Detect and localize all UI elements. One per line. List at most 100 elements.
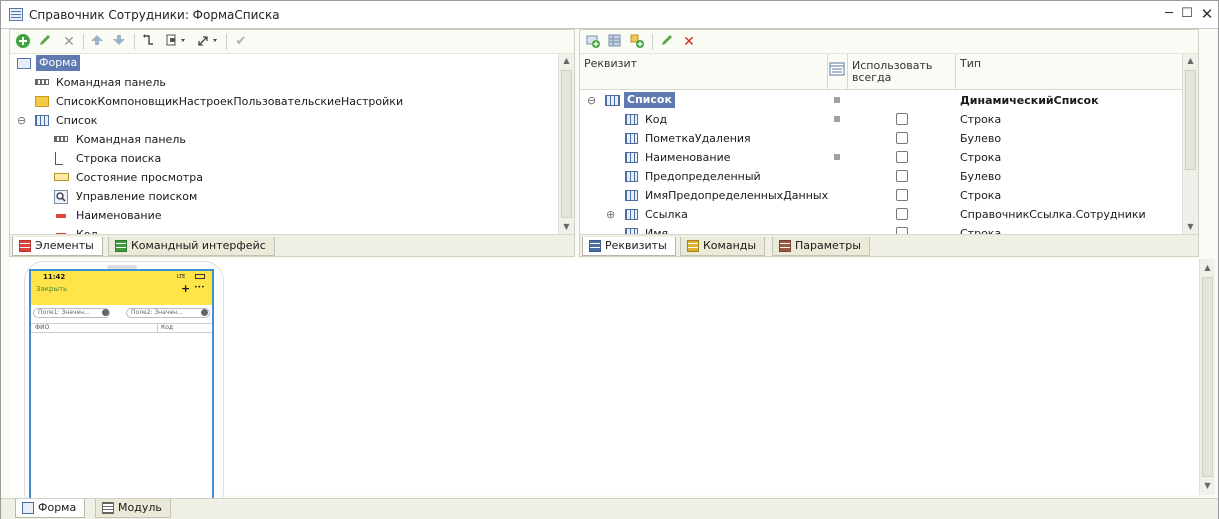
- maximize-icon[interactable]: ☐: [1179, 6, 1195, 22]
- search-control-icon: [54, 190, 68, 204]
- expand-icon[interactable]: ⊕: [606, 205, 615, 224]
- elements-toolbar: ✕ ✔: [10, 30, 574, 54]
- tree-item-list[interactable]: ⊖ Список: [10, 111, 558, 130]
- add-column-icon[interactable]: [628, 33, 646, 51]
- tab-commands[interactable]: Команды: [680, 237, 766, 256]
- table-row[interactable]: ⊕ Ссылка СправочникСсылка.Сотрудники: [580, 205, 1182, 224]
- scroll-up-icon[interactable]: ▲: [1183, 54, 1198, 68]
- tree-item-label: Командная панель: [56, 76, 166, 89]
- column-icon: [625, 114, 638, 125]
- tree-item-label: СписокКомпоновщикНастроекПользовательски…: [56, 95, 404, 108]
- scroll-up-icon[interactable]: ▲: [559, 54, 574, 68]
- table-row[interactable]: ПометкаУдаления Булево: [580, 129, 1182, 148]
- use-always-checkbox[interactable]: [896, 227, 908, 234]
- table-row[interactable]: Код Строка: [580, 110, 1182, 129]
- minimize-icon[interactable]: ─: [1161, 6, 1177, 22]
- form-icon: [17, 58, 31, 69]
- attributes-tabs: Реквизиты Команды Параметры: [580, 234, 1198, 256]
- filter-chip-1[interactable]: Поле1: Значен...: [33, 308, 110, 318]
- add-icon[interactable]: [14, 33, 32, 51]
- editor-tabs: Форма Модуль: [1, 498, 1218, 519]
- use-always-checkbox[interactable]: [896, 189, 908, 201]
- delete-icon[interactable]: ✕: [60, 33, 78, 51]
- level-up-icon[interactable]: [140, 33, 158, 51]
- preview-scrollbar[interactable]: ▲ ▼: [1199, 259, 1215, 495]
- tree-item-label: Состояние просмотра: [76, 171, 203, 184]
- collapse-icon[interactable]: ⊖: [17, 111, 26, 130]
- tab-command-interface[interactable]: Командный интерфейс: [108, 237, 275, 256]
- tree-item-label: Строка поиска: [76, 152, 162, 165]
- use-always-checkbox[interactable]: [896, 151, 908, 163]
- tree-item-label: Форма: [36, 55, 81, 71]
- scroll-thumb[interactable]: [1185, 70, 1196, 170]
- tab-label: Модуль: [118, 501, 162, 514]
- tree-item-settings-composer[interactable]: СписокКомпоновщикНастроекПользовательски…: [10, 92, 558, 111]
- add-group-dropdown-icon[interactable]: [164, 33, 190, 51]
- scroll-up-icon[interactable]: ▲: [1200, 261, 1215, 275]
- elements-tabs: Элементы Командный интерфейс: [10, 234, 574, 256]
- add-attribute-icon[interactable]: [584, 33, 602, 51]
- attributes-scrollbar[interactable]: ▲ ▼: [1182, 54, 1198, 234]
- tree-item-search-string[interactable]: Строка поиска: [10, 149, 558, 168]
- tab-label: Параметры: [795, 239, 861, 252]
- use-always-checkbox[interactable]: [896, 132, 908, 144]
- tree-item-label: Код: [76, 225, 98, 234]
- scroll-thumb[interactable]: [561, 70, 572, 218]
- table-row[interactable]: ИмяПредопределенныхДанных Строка: [580, 186, 1182, 205]
- search-string-icon: [55, 152, 63, 165]
- column-header-type[interactable]: Тип: [956, 54, 1182, 90]
- attribute-type: Булево: [960, 132, 1002, 145]
- tree-item-label: Командная панель: [76, 133, 186, 146]
- tree-item-code-field[interactable]: Код: [10, 225, 558, 234]
- module-icon: [102, 502, 114, 514]
- delete-icon[interactable]: ✕: [680, 33, 698, 51]
- attributes-icon: [589, 240, 601, 252]
- elements-scrollbar[interactable]: ▲ ▼: [558, 54, 574, 234]
- filter-chip-2[interactable]: Поле2: Значен...: [126, 308, 210, 318]
- tree-item-label: Список: [56, 114, 98, 127]
- tab-form[interactable]: Форма: [15, 499, 86, 518]
- tab-elements[interactable]: Элементы: [12, 237, 103, 256]
- column-header-use-always[interactable]: Использовать всегда: [848, 54, 956, 90]
- tree-item-view-state[interactable]: Состояние просмотра: [10, 168, 558, 187]
- tree-item-command-panel[interactable]: Командная панель: [10, 73, 558, 92]
- scroll-down-icon[interactable]: ▼: [559, 220, 574, 234]
- tree-item-form[interactable]: Форма: [10, 54, 558, 73]
- move-up-icon[interactable]: [88, 33, 106, 51]
- edit-icon[interactable]: [36, 33, 54, 51]
- attribute-name: Предопределенный: [645, 170, 761, 183]
- table-row[interactable]: ⊖ Список ДинамическийСписок: [580, 91, 1182, 110]
- collapse-icon[interactable]: ⊖: [587, 91, 596, 110]
- column-header-icon: [828, 54, 848, 90]
- form-window-icon: [9, 8, 23, 21]
- tab-parameters[interactable]: Параметры: [772, 237, 870, 256]
- tree-item-search-control[interactable]: Управление поиском: [10, 187, 558, 206]
- scroll-down-icon[interactable]: ▼: [1200, 479, 1215, 493]
- more-icon[interactable]: •••: [194, 284, 205, 291]
- scroll-down-icon[interactable]: ▼: [1183, 220, 1198, 234]
- tab-module[interactable]: Модуль: [95, 499, 171, 518]
- column-icon: [625, 133, 638, 144]
- close-icon[interactable]: ✕: [1199, 6, 1215, 22]
- close-icon[interactable]: [102, 309, 109, 316]
- tab-attributes[interactable]: Реквизиты: [582, 237, 676, 256]
- check-icon[interactable]: ✔: [232, 33, 250, 51]
- add-icon[interactable]: +: [181, 282, 190, 295]
- move-down-icon[interactable]: [110, 33, 128, 51]
- use-always-checkbox[interactable]: [896, 208, 908, 220]
- close-icon[interactable]: [201, 309, 208, 316]
- use-always-checkbox[interactable]: [896, 170, 908, 182]
- edit-icon[interactable]: [658, 33, 676, 51]
- close-link[interactable]: Закрыть: [36, 285, 67, 293]
- use-always-checkbox[interactable]: [896, 113, 908, 125]
- tree-item-list-command-panel[interactable]: Командная панель: [10, 130, 558, 149]
- column-header-rekvizit[interactable]: Реквизит: [580, 54, 828, 90]
- table-row[interactable]: Наименование Строка: [580, 148, 1182, 167]
- table-row[interactable]: Предопределенный Булево: [580, 167, 1182, 186]
- attribute-type: ДинамическийСписок: [960, 94, 1099, 107]
- tree-item-name-field[interactable]: Наименование: [10, 206, 558, 225]
- table-row[interactable]: Имя Строка: [580, 224, 1182, 234]
- expand-dropdown-icon[interactable]: [196, 33, 222, 51]
- add-table-icon[interactable]: [606, 33, 624, 51]
- scroll-thumb[interactable]: [1202, 277, 1213, 477]
